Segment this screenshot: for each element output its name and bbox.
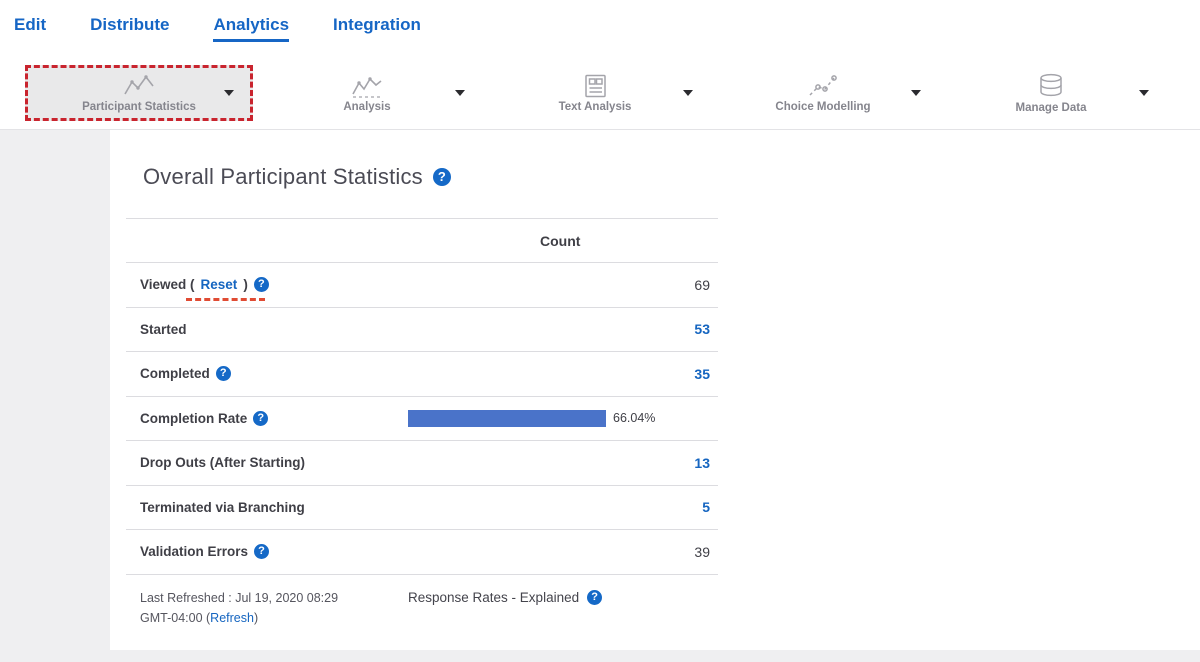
completion-bar-fill <box>408 410 606 427</box>
toolbar-manage-data[interactable]: Manage Data <box>937 65 1165 121</box>
toolbar-analysis[interactable]: Analysis <box>253 65 481 121</box>
toolbar-text-analysis[interactable]: Text Analysis <box>481 65 709 121</box>
last-refreshed-line2-suffix: ) <box>254 611 258 625</box>
toolbar-label: Manage Data <box>1016 102 1087 114</box>
participant-statistics-table: Count Viewed ( Reset ) 69 Started <box>126 218 718 628</box>
table-row-completion-rate: Completion Rate 66.04% <box>126 397 718 442</box>
help-icon[interactable] <box>433 168 451 186</box>
top-header: Edit Distribute Analytics Integration <box>0 0 1200 130</box>
row-label: Drop Outs (After Starting) <box>140 455 305 470</box>
table-row-terminated: Terminated via Branching 5 <box>126 486 718 531</box>
line-chart-icon <box>122 74 156 98</box>
terminated-label: Terminated via Branching <box>140 500 305 515</box>
toolbar-item-body: Manage Data <box>1016 73 1087 114</box>
toolbar-item-body: Analysis <box>343 74 390 113</box>
row-label: Validation Errors <box>140 544 269 559</box>
completion-rate-label: Completion Rate <box>140 411 247 426</box>
count-column-header: Count <box>540 233 580 249</box>
response-rates-label: Response Rates - Explained <box>408 590 579 605</box>
annotation-dashed-underline <box>186 298 265 301</box>
row-label: Viewed ( Reset ) <box>140 277 269 292</box>
help-icon[interactable] <box>254 544 269 559</box>
chevron-down-icon[interactable] <box>1139 90 1149 96</box>
area-chart-icon <box>350 74 384 98</box>
started-count[interactable]: 53 <box>694 321 710 337</box>
chevron-down-icon[interactable] <box>911 90 921 96</box>
drop-outs-count[interactable]: 13 <box>694 455 710 471</box>
toolbar-label: Choice Modelling <box>775 101 870 113</box>
completion-rate-bar: 66.04% <box>408 397 655 441</box>
toolbar-choice-modelling[interactable]: Choice Modelling <box>709 65 937 121</box>
help-icon[interactable] <box>587 590 602 605</box>
completion-rate-value: 66.04% <box>613 411 655 425</box>
chevron-down-icon[interactable] <box>455 90 465 96</box>
chevron-down-icon[interactable] <box>683 90 693 96</box>
table-row-viewed: Viewed ( Reset ) 69 <box>126 263 718 308</box>
validation-errors-count: 39 <box>694 544 710 560</box>
table-header-row: Count <box>126 218 718 263</box>
table-row-completed: Completed 35 <box>126 352 718 397</box>
last-refreshed-line2-prefix: GMT-04:00 ( <box>140 611 210 625</box>
row-label: Completed <box>140 366 231 381</box>
nav-analytics[interactable]: Analytics <box>213 15 289 42</box>
panel-title-row: Overall Participant Statistics <box>143 164 1200 190</box>
table-footer: Last Refreshed : Jul 19, 2020 08:29 GMT-… <box>126 575 718 628</box>
row-label: Started <box>140 322 187 337</box>
completed-label: Completed <box>140 366 210 381</box>
toolbar-label: Participant Statistics <box>82 101 196 113</box>
nav-integration[interactable]: Integration <box>333 15 421 42</box>
toolbar-item-body: Choice Modelling <box>775 74 870 113</box>
toolbar-participant-statistics[interactable]: Participant Statistics <box>25 65 253 121</box>
scatter-trend-icon <box>806 74 840 98</box>
table-row-drop-outs: Drop Outs (After Starting) 13 <box>126 441 718 486</box>
table-row-validation-errors: Validation Errors 39 <box>126 530 718 575</box>
analytics-toolbar: Participant Statistics Analysis <box>0 57 1200 130</box>
drop-outs-label: Drop Outs (After Starting) <box>140 455 305 470</box>
row-label: Completion Rate <box>140 411 268 426</box>
refresh-link[interactable]: Refresh <box>210 611 254 625</box>
terminated-count[interactable]: 5 <box>702 499 710 515</box>
row-label: Terminated via Branching <box>140 500 305 515</box>
validation-errors-label: Validation Errors <box>140 544 248 559</box>
nav-edit[interactable]: Edit <box>14 15 46 42</box>
nav-distribute[interactable]: Distribute <box>90 15 169 42</box>
viewed-label-prefix: Viewed ( <box>140 277 195 292</box>
table-document-icon <box>579 74 611 98</box>
toolbar-item-body: Participant Statistics <box>82 74 196 113</box>
last-refreshed: Last Refreshed : Jul 19, 2020 08:29 GMT-… <box>140 588 408 628</box>
toolbar-label: Text Analysis <box>559 101 632 113</box>
page-title: Overall Participant Statistics <box>143 164 423 190</box>
content-area: Overall Participant Statistics Count Vie… <box>0 130 1200 662</box>
chevron-down-icon[interactable] <box>224 90 234 96</box>
viewed-count: 69 <box>694 277 710 293</box>
help-icon[interactable] <box>216 366 231 381</box>
help-icon[interactable] <box>254 277 269 292</box>
toolbar-label: Analysis <box>343 101 390 113</box>
help-icon[interactable] <box>253 411 268 426</box>
started-label: Started <box>140 322 187 337</box>
database-icon <box>1035 73 1067 99</box>
table-row-started: Started 53 <box>126 308 718 353</box>
reset-link[interactable]: Reset <box>201 277 238 292</box>
toolbar-item-body: Text Analysis <box>559 74 632 113</box>
response-rates-explained[interactable]: Response Rates - Explained <box>408 589 602 607</box>
main-nav: Edit Distribute Analytics Integration <box>0 0 1200 57</box>
last-refreshed-line1: Last Refreshed : Jul 19, 2020 08:29 <box>140 591 338 605</box>
page: Edit Distribute Analytics Integration <box>0 0 1200 662</box>
statistics-panel: Overall Participant Statistics Count Vie… <box>110 130 1200 650</box>
viewed-label-suffix: ) <box>243 277 248 292</box>
completed-count[interactable]: 35 <box>694 366 710 382</box>
